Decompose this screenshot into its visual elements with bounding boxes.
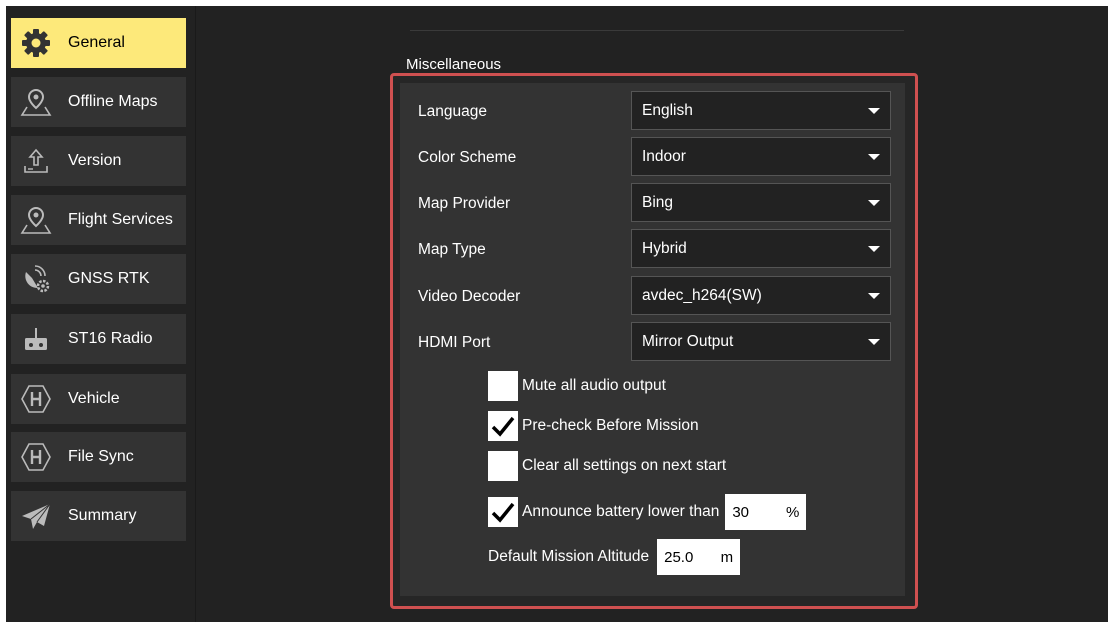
clear-settings-row: Clear all settings on next start <box>488 451 726 481</box>
checkmark-icon <box>491 502 515 523</box>
caret-down-icon <box>868 154 880 160</box>
sidebar-item-offline-maps[interactable]: Offline Maps <box>11 77 186 127</box>
main-content: Miscellaneous Language English Color Sch… <box>196 6 1108 622</box>
satellite-gear-icon <box>19 262 53 296</box>
map-pin-icon <box>19 203 53 237</box>
divider <box>410 30 904 31</box>
hdmi-port-dropdown[interactable]: Mirror Output <box>631 322 891 361</box>
sidebar-item-gnss-rtk[interactable]: GNSS RTK <box>11 254 186 304</box>
settings-panel-body: Language English Color Scheme Indoor Map… <box>400 83 905 596</box>
color-scheme-value: Indoor <box>642 147 686 165</box>
sidebar-item-file-sync[interactable]: File Sync <box>11 432 186 482</box>
sidebar-item-label: ST16 Radio <box>68 330 153 347</box>
map-type-value: Hybrid <box>642 239 687 257</box>
checkmark-icon <box>491 416 515 437</box>
sidebar-item-label: Vehicle <box>68 390 120 407</box>
app-window: General Offline Maps Version Flight Serv… <box>6 6 1108 622</box>
color-scheme-dropdown[interactable]: Indoor <box>631 137 891 176</box>
sidebar-item-vehicle[interactable]: Vehicle <box>11 374 186 424</box>
announce-battery-checkbox[interactable] <box>488 497 518 527</box>
video-decoder-value: avdec_h264(SW) <box>642 286 762 304</box>
language-label: Language <box>418 103 487 120</box>
default-altitude-value: 25.0 <box>664 548 694 566</box>
default-altitude-label: Default Mission Altitude <box>488 548 650 565</box>
sidebar-item-general[interactable]: General <box>11 18 186 68</box>
sidebar-item-label: Offline Maps <box>68 93 158 110</box>
clear-settings-checkbox[interactable] <box>488 451 518 481</box>
pre-check-label: Pre-check Before Mission <box>522 417 699 434</box>
sidebar-item-label: Summary <box>68 507 137 524</box>
map-type-dropdown[interactable]: Hybrid <box>631 229 891 268</box>
hdmi-port-value: Mirror Output <box>642 332 734 350</box>
default-altitude-row: Default Mission Altitude 25.0 m <box>488 539 741 575</box>
section-title: Miscellaneous <box>406 56 502 73</box>
caret-down-icon <box>868 339 880 345</box>
default-altitude-input[interactable]: 25.0 m <box>657 539 741 575</box>
language-dropdown[interactable]: English <box>631 91 891 130</box>
sidebar-item-label: File Sync <box>68 448 134 465</box>
announce-battery-row: Announce battery lower than 30 % <box>488 494 807 530</box>
color-scheme-label: Color Scheme <box>418 149 517 166</box>
sidebar-item-summary[interactable]: Summary <box>11 491 186 541</box>
sidebar-item-flight-services[interactable]: Flight Services <box>11 195 186 245</box>
map-type-label: Map Type <box>418 241 486 258</box>
map-provider-value: Bing <box>642 193 674 211</box>
remote-controller-icon <box>19 322 53 356</box>
settings-panel: Language English Color Scheme Indoor Map… <box>390 73 918 609</box>
map-pin-icon <box>19 85 53 119</box>
language-value: English <box>642 101 693 119</box>
pre-check-checkbox[interactable] <box>488 411 518 441</box>
sidebar-item-label: GNSS RTK <box>68 270 150 287</box>
sidebar-item-label: General <box>68 34 125 51</box>
hexagon-h-icon <box>19 382 53 416</box>
sidebar-item-st16-radio[interactable]: ST16 Radio <box>11 314 186 364</box>
video-decoder-dropdown[interactable]: avdec_h264(SW) <box>631 276 891 315</box>
default-altitude-unit: m <box>720 548 734 566</box>
announce-battery-label: Announce battery lower than <box>522 503 720 520</box>
upload-icon <box>19 144 53 178</box>
sidebar-item-version[interactable]: Version <box>11 136 186 186</box>
hexagon-h-icon <box>19 440 53 474</box>
mute-audio-checkbox[interactable] <box>488 371 518 401</box>
mute-audio-label: Mute all audio output <box>522 377 666 394</box>
map-provider-dropdown[interactable]: Bing <box>631 183 891 222</box>
video-decoder-label: Video Decoder <box>418 288 521 305</box>
gear-icon <box>19 26 53 60</box>
battery-threshold-unit: % <box>785 503 800 521</box>
battery-threshold-value: 30 <box>732 503 750 521</box>
caret-down-icon <box>868 108 880 114</box>
clear-settings-label: Clear all settings on next start <box>522 457 727 474</box>
sidebar-item-label: Flight Services <box>68 211 173 228</box>
pre-check-row: Pre-check Before Mission <box>488 411 699 441</box>
sidebar-item-label: Version <box>68 152 122 169</box>
sidebar: General Offline Maps Version Flight Serv… <box>6 6 196 622</box>
hdmi-port-label: HDMI Port <box>418 334 491 351</box>
map-provider-label: Map Provider <box>418 195 511 212</box>
mute-audio-row: Mute all audio output <box>488 371 666 401</box>
caret-down-icon <box>868 200 880 206</box>
caret-down-icon <box>868 246 880 252</box>
battery-threshold-input[interactable]: 30 % <box>725 494 807 530</box>
caret-down-icon <box>868 293 880 299</box>
paper-plane-icon <box>19 499 53 533</box>
